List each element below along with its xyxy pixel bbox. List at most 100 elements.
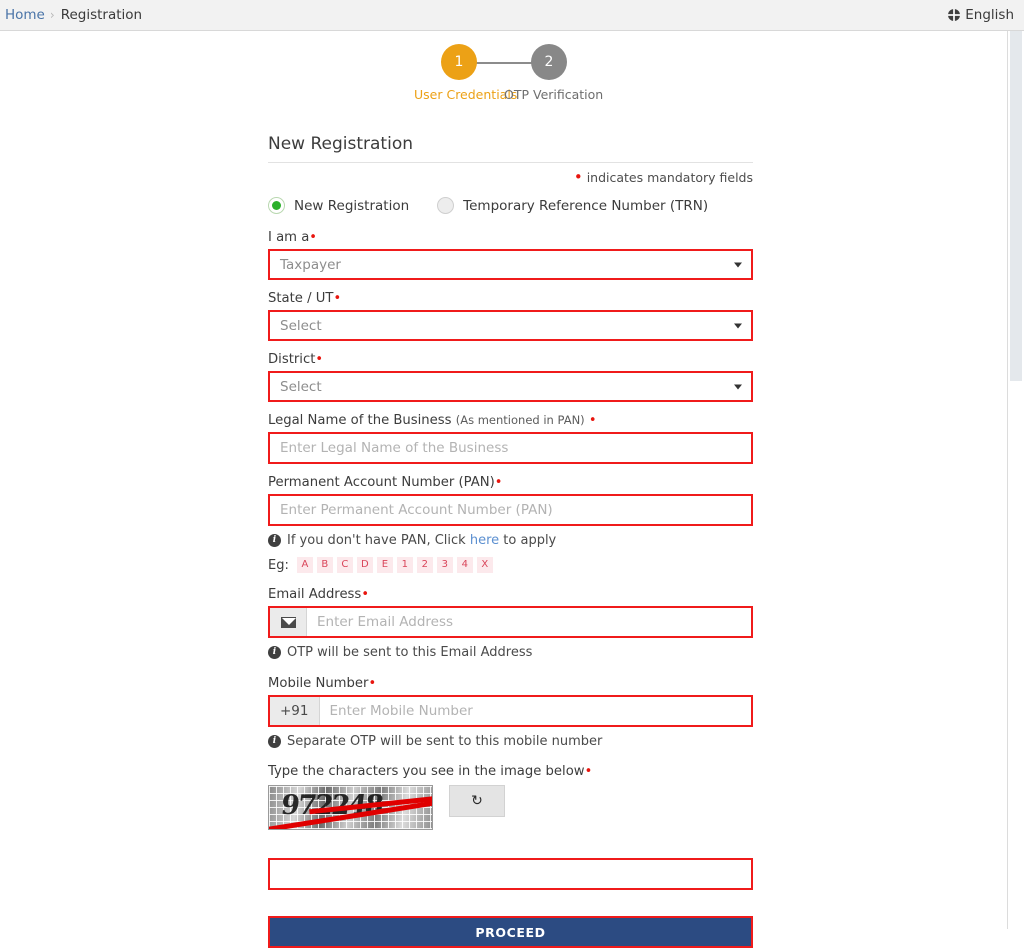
breadcrumb-current-page: Registration [60,7,143,23]
pan-example-label: Eg: [268,557,289,573]
info-icon: i [268,646,281,659]
breadcrumb-separator-icon: › [49,8,55,22]
mandatory-fields-note: • indicates mandatory fields [268,168,753,186]
stepper-step-1-label: User Credentials [414,87,518,102]
registration-stepper: 1 User Credentials 2 OTP Verification [0,44,1008,102]
field-state-ut: State / UT• Select [268,291,753,341]
language-label: English [965,7,1014,23]
radio-trn[interactable]: Temporary Reference Number (TRN) [437,197,708,214]
pan-hint-suffix: to apply [503,533,557,548]
pan-example-char: 4 [456,557,473,573]
label-legal-name-sublabel: (As mentioned in PAN) [455,413,585,427]
label-captcha-text: Type the characters you see in the image… [268,764,585,779]
mobile-country-code: +91 [270,697,320,725]
field-email: Email Address• i OTP will be sent to thi… [268,587,753,660]
mandatory-note-text: indicates mandatory fields [586,170,753,185]
proceed-button[interactable]: PROCEED [268,916,753,948]
mobile-hint-text: Separate OTP will be sent to this mobile… [287,734,603,749]
input-wrap-legal-name [268,432,753,464]
vertical-scrollbar-thumb[interactable] [1010,31,1022,381]
label-district: District• [268,352,753,367]
pan-hint-prefix: If you don't have PAN, Click [287,533,466,548]
pan-example-char: A [296,557,313,573]
vertical-scrollbar-track[interactable] [1008,31,1024,929]
required-marker-district: • [315,352,324,367]
pan-hint: i If you don't have PAN, Click here to a… [268,533,753,548]
stepper-step-2-number: 2 [531,44,567,80]
captcha-row: 972248 ↻ [268,785,753,830]
select-district[interactable]: Select [268,371,753,402]
field-pan: Permanent Account Number (PAN)• i If you… [268,475,753,573]
required-marker-captcha: • [584,764,593,779]
email-hint-text: OTP will be sent to this Email Address [287,645,533,660]
pan-example-char: C [336,557,353,573]
select-state-ut[interactable]: Select [268,310,753,341]
breadcrumb-home-link[interactable]: Home [5,7,45,23]
radio-new-registration-control[interactable] [268,197,285,214]
legal-name-input[interactable] [270,434,751,462]
radio-trn-label: Temporary Reference Number (TRN) [463,197,709,214]
radio-new-registration[interactable]: New Registration [268,197,409,214]
chevron-down-icon [734,384,742,389]
captcha-refresh-button[interactable]: ↻ [449,785,505,817]
pan-apply-link[interactable]: here [470,533,499,548]
language-selector[interactable]: English [948,7,1024,23]
label-state-ut: State / UT• [268,291,753,306]
label-email-text: Email Address [268,587,362,602]
info-icon: i [268,735,281,748]
select-district-value: Select [280,378,322,395]
label-mobile: Mobile Number• [268,676,753,691]
email-input[interactable] [307,608,751,636]
pan-example-char: X [476,557,493,573]
envelope-icon [280,616,296,628]
radio-trn-control[interactable] [437,197,455,214]
input-wrap-captcha [268,858,753,890]
label-legal-name: Legal Name of the Business (As mentioned… [268,413,753,428]
page-title: New Registration [268,134,413,154]
required-marker-pan: • [494,475,503,490]
label-mobile-text: Mobile Number [268,676,369,691]
input-wrap-pan [268,494,753,526]
pan-example-char: 1 [396,557,413,573]
radio-new-registration-label: New Registration [294,197,410,214]
field-captcha: Type the characters you see in the image… [268,764,753,890]
pan-example-char: 2 [416,557,433,573]
label-legal-name-text: Legal Name of the Business [268,413,452,428]
required-marker-legal-name: • [588,413,597,428]
input-wrap-mobile: +91 [268,695,753,727]
required-marker-email: • [361,587,369,602]
stepper-step-1-number: 1 [441,44,477,80]
stepper-step-otp-verification[interactable]: 2 OTP Verification [504,44,604,102]
label-captcha: Type the characters you see in the image… [268,764,753,779]
chevron-down-icon [734,262,742,267]
registration-panel: 1 User Credentials 2 OTP Verification Ne… [0,31,1008,948]
email-hint: i OTP will be sent to this Email Address [268,645,753,660]
captcha-input[interactable] [270,860,751,888]
title-divider [268,162,753,163]
label-email: Email Address• [268,587,753,602]
required-marker-i-am-a: • [309,230,317,245]
field-i-am-a: I am a• Taxpayer [268,230,753,280]
label-i-am-a: I am a• [268,230,753,245]
pan-example-char: 3 [436,557,453,573]
label-district-text: District [268,352,316,367]
mandatory-marker-icon: • [573,168,583,186]
select-i-am-a-value: Taxpayer [280,256,341,273]
select-i-am-a[interactable]: Taxpayer [268,249,753,280]
label-state-ut-text: State / UT [268,291,334,306]
pan-example-char: E [376,557,393,573]
registration-type-radio-group: New Registration Temporary Reference Num… [268,197,753,214]
field-district: District• Select [268,352,753,402]
top-breadcrumb-bar: Home › Registration English [0,0,1024,31]
pan-example-char: D [356,557,373,573]
field-legal-name: Legal Name of the Business (As mentioned… [268,413,753,464]
stepper-step-user-credentials[interactable]: 1 User Credentials [414,44,518,102]
captcha-image: 972248 [268,785,433,830]
stepper-step-2-label: OTP Verification [504,87,604,102]
mobile-input[interactable] [319,697,751,725]
email-prefix [270,608,307,636]
pan-input[interactable] [270,496,751,524]
breadcrumb: Home › Registration [0,7,142,23]
field-mobile: Mobile Number• +91 i Separate OTP will b… [268,676,753,749]
required-marker-state-ut: • [333,291,342,306]
